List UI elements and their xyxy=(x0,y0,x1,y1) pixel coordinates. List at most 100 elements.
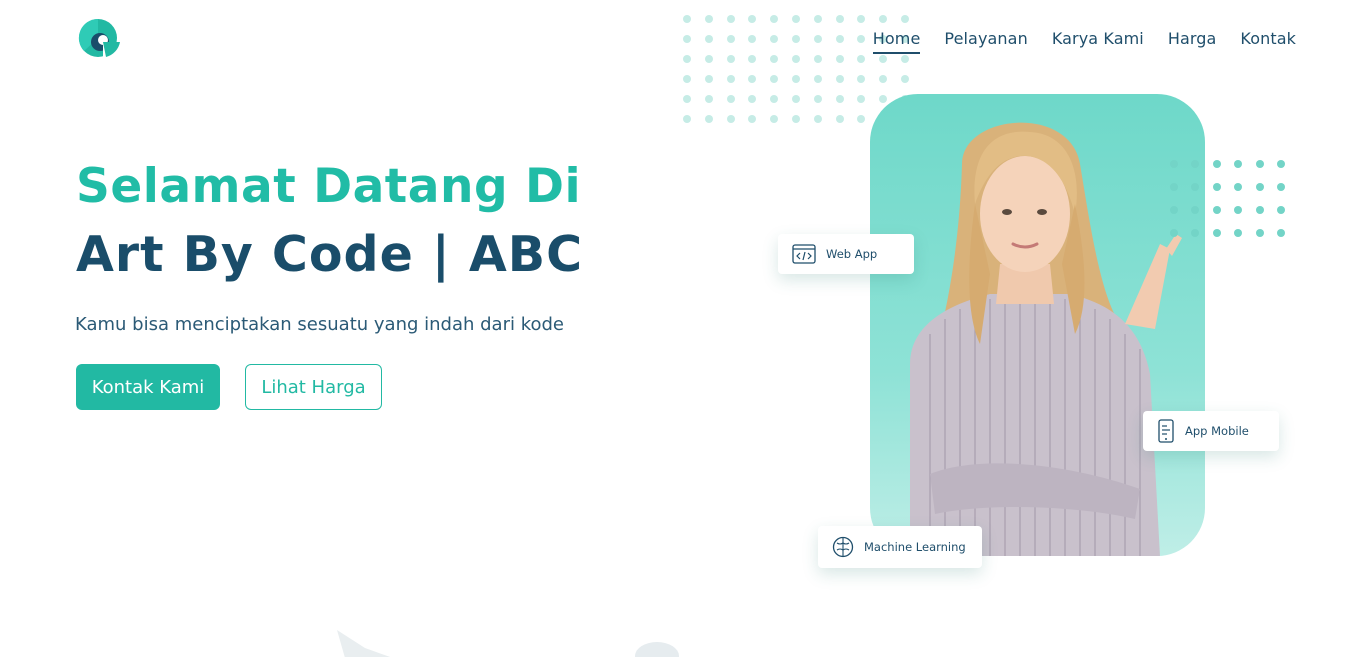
decorative-shape xyxy=(337,630,391,657)
decorative-dot xyxy=(770,115,779,123)
decorative-dot xyxy=(857,55,866,63)
decorative-dot xyxy=(1191,183,1200,191)
decorative-dot xyxy=(1255,160,1264,168)
decorative-dot xyxy=(900,75,909,83)
decorative-dot xyxy=(683,35,691,43)
app-mobile-label: App Mobile xyxy=(1185,424,1249,438)
machine-learning-label: Machine Learning xyxy=(864,540,966,554)
decorative-shape xyxy=(635,642,679,657)
decorative-dot xyxy=(1234,160,1243,168)
decorative-dot xyxy=(813,95,822,103)
decorative-dot xyxy=(1170,206,1178,214)
decorative-dot xyxy=(683,15,691,23)
decorative-dot xyxy=(1191,229,1200,237)
app-mobile-card: App Mobile xyxy=(1143,411,1279,451)
decorative-dot xyxy=(683,115,691,123)
decorative-dot xyxy=(813,115,822,123)
decorative-dot xyxy=(704,15,713,23)
brain-icon xyxy=(832,536,854,558)
decorative-dot xyxy=(704,35,713,43)
decorative-dot xyxy=(813,75,822,83)
decorative-dot xyxy=(683,75,691,83)
nav-item-harga[interactable]: Harga xyxy=(1168,28,1217,54)
decorative-dot xyxy=(748,35,757,43)
decorative-dot xyxy=(726,115,735,123)
decorative-dot xyxy=(770,95,779,103)
decorative-dot xyxy=(835,95,844,103)
decorative-dot xyxy=(1255,183,1264,191)
decorative-dot xyxy=(1255,229,1264,237)
decorative-dot xyxy=(1191,160,1200,168)
decorative-dot xyxy=(879,55,888,63)
mobile-phone-icon xyxy=(1158,419,1174,443)
decorative-dot xyxy=(748,55,757,63)
nav-item-pelayanan[interactable]: Pelayanan xyxy=(944,28,1027,54)
decorative-dot xyxy=(900,55,909,63)
decorative-dot xyxy=(1234,229,1243,237)
decorative-dot xyxy=(1276,229,1285,237)
decorative-dot xyxy=(813,55,822,63)
decorative-dot xyxy=(1255,206,1264,214)
decorative-dot xyxy=(726,75,735,83)
decorative-dot xyxy=(857,95,866,103)
decorative-dot xyxy=(857,75,866,83)
decorative-dot xyxy=(1212,160,1221,168)
hero-subtitle: Kamu bisa menciptakan sesuatu yang indah… xyxy=(75,314,564,335)
decorative-dot xyxy=(879,15,888,23)
decorative-dot xyxy=(704,95,713,103)
decorative-dot xyxy=(835,55,844,63)
decorative-dot xyxy=(835,75,844,83)
decorative-dot xyxy=(791,55,800,63)
nav-item-home[interactable]: Home xyxy=(872,28,921,54)
decorative-dot xyxy=(704,75,713,83)
decorative-dot xyxy=(1234,206,1243,214)
decorative-dot xyxy=(726,95,735,103)
decorative-dot xyxy=(813,35,822,43)
decorative-dot xyxy=(857,115,866,123)
decorative-dot xyxy=(879,75,888,83)
decorative-dot xyxy=(704,55,713,63)
decorative-dot xyxy=(704,115,713,123)
decorative-dot xyxy=(835,115,844,123)
decorative-dot xyxy=(791,35,800,43)
decorative-dot xyxy=(813,15,822,23)
decorative-dot xyxy=(791,95,800,103)
abc-logo-icon[interactable] xyxy=(76,18,122,58)
decorative-dot xyxy=(879,95,888,103)
decorative-dot xyxy=(857,15,866,23)
decorative-dot xyxy=(791,75,800,83)
machine-learning-card: Machine Learning xyxy=(818,526,982,568)
decorative-dot xyxy=(683,55,691,63)
decorative-dot xyxy=(748,115,757,123)
decorative-dot xyxy=(748,15,757,23)
decorative-dot-grid-right xyxy=(1170,160,1285,237)
decorative-dot xyxy=(1234,183,1243,191)
decorative-dot xyxy=(1212,229,1221,237)
decorative-dot xyxy=(726,55,735,63)
decorative-dot xyxy=(1191,206,1200,214)
decorative-dot xyxy=(1276,183,1285,191)
hero-person-illustration xyxy=(910,122,1182,556)
decorative-dot xyxy=(1212,206,1221,214)
decorative-dot xyxy=(726,15,735,23)
decorative-dot xyxy=(1170,160,1178,168)
decorative-dot xyxy=(1170,229,1178,237)
decorative-dot xyxy=(770,75,779,83)
decorative-dot xyxy=(1170,183,1178,191)
decorative-dot xyxy=(835,15,844,23)
decorative-dot xyxy=(1276,206,1285,214)
view-pricing-button[interactable]: Lihat Harga xyxy=(245,364,382,410)
hero-title-line1: Selamat Datang Di xyxy=(76,159,582,214)
decorative-dot xyxy=(900,15,909,23)
contact-us-button[interactable]: Kontak Kami xyxy=(76,364,220,410)
web-app-label: Web App xyxy=(826,247,878,261)
nav-item-kontak[interactable]: Kontak xyxy=(1240,28,1296,54)
decorative-dot xyxy=(748,75,757,83)
decorative-dot xyxy=(770,35,779,43)
nav-item-karya-kami[interactable]: Karya Kami xyxy=(1052,28,1144,54)
decorative-dot xyxy=(770,15,779,23)
web-app-card: Web App xyxy=(778,234,914,274)
decorative-dot xyxy=(748,95,757,103)
browser-code-icon xyxy=(792,244,816,264)
hero-title-line2: Art By Code | ABC xyxy=(76,226,584,283)
